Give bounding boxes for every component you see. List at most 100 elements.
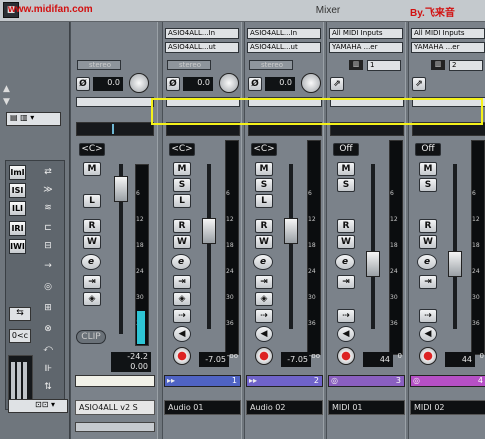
pan-value[interactable]: 0.0 (183, 77, 213, 91)
hide-icon[interactable]: ⤺ (40, 342, 56, 356)
master-listen-button[interactable]: L (83, 194, 101, 208)
master-fader[interactable] (114, 176, 128, 202)
mute-button[interactable]: M (173, 162, 191, 176)
bypass-button[interactable]: ◈ (173, 292, 191, 306)
solo-button[interactable]: S (255, 178, 273, 192)
group-icon[interactable]: ≋ (40, 201, 56, 215)
phase-button[interactable]: Ø (248, 77, 262, 91)
midi-channel-select[interactable]: 2 (449, 60, 483, 71)
write-button[interactable]: W (173, 235, 191, 249)
midi-keyboard-icon[interactable]: ▥ (431, 60, 445, 70)
mute-button[interactable]: M (255, 162, 273, 176)
input-routing[interactable]: ASIO4ALL...In (165, 28, 239, 39)
solo-button[interactable]: S (337, 178, 355, 192)
pan-position[interactable]: <C> (251, 143, 277, 156)
pan-position[interactable]: <C> (169, 143, 195, 156)
master-read-button[interactable]: R (83, 219, 101, 233)
phase-button[interactable]: Ø (166, 77, 180, 91)
edit-button[interactable]: e (335, 254, 355, 270)
send-button[interactable]: ⇢ (255, 309, 273, 323)
view-switch-box[interactable]: ⊡⊡ ▾ (8, 399, 68, 413)
record-button[interactable] (337, 347, 355, 365)
master-mute-button[interactable]: M (83, 162, 101, 176)
master-pan-value[interactable]: 0.0 (93, 77, 123, 91)
output-routing[interactable]: YAMAHA ...er (411, 42, 485, 53)
master-insert-slot[interactable] (76, 97, 154, 107)
pan-position[interactable]: Off (415, 143, 441, 156)
read-button[interactable]: R (173, 219, 191, 233)
write-button[interactable]: W (419, 235, 437, 249)
midi-icon[interactable]: ◎ (40, 280, 56, 294)
route-icon[interactable]: ⇄ (40, 165, 56, 179)
mute-button[interactable]: M (337, 162, 355, 176)
show-listen-button[interactable]: ILI (9, 201, 26, 216)
show-meters-button[interactable]: ImI (9, 165, 26, 180)
record-button[interactable] (255, 347, 273, 365)
master-phase-button[interactable]: Ø (76, 77, 90, 91)
master-pan-position[interactable]: <C> (79, 143, 105, 156)
monitor-button[interactable]: ◀ (173, 326, 191, 342)
record-button[interactable] (173, 347, 191, 365)
input-routing[interactable]: ASIO4ALL...In (247, 28, 321, 39)
channel-name[interactable]: Audio 02 (246, 400, 323, 415)
input-icon[interactable]: → (40, 259, 56, 273)
expand-arrow-icon[interactable]: ▼ (3, 97, 17, 109)
master-bypass-button[interactable]: ◈ (83, 292, 101, 306)
pan-position[interactable]: Off (333, 143, 359, 156)
listen-button[interactable]: L (173, 194, 191, 208)
send-button[interactable]: ⇢ (419, 309, 437, 323)
midi-routing-button[interactable]: ⇗ (330, 77, 344, 91)
show-read-button[interactable]: IRI (9, 221, 26, 236)
collapse-arrow-icon[interactable]: ▲ (3, 84, 17, 96)
output-routing[interactable]: ASIO4ALL...ut (165, 42, 239, 53)
show-solo-button[interactable]: ISI (9, 183, 26, 198)
vst-icon[interactable]: ⊟ (40, 239, 56, 253)
edit-button[interactable]: e (417, 254, 437, 270)
master-scroll[interactable] (75, 422, 155, 432)
monitor-button[interactable]: ◀ (255, 326, 273, 342)
record-button[interactable] (419, 347, 437, 365)
master-insert-button[interactable]: ⇥ (83, 275, 101, 289)
channel-name[interactable]: Audio 01 (164, 400, 241, 415)
insert-button[interactable]: ⇥ (419, 275, 437, 289)
insert-button[interactable]: ⇥ (173, 275, 191, 289)
insert-button[interactable]: ⇥ (337, 275, 355, 289)
pan-knob[interactable] (219, 73, 239, 93)
solo-button[interactable]: S (173, 178, 191, 192)
output-routing[interactable]: ASIO4ALL...ut (247, 42, 321, 53)
read-button[interactable]: R (419, 219, 437, 233)
pan-knob[interactable] (301, 73, 321, 93)
fx-icon[interactable]: ⊏ (40, 221, 56, 235)
midi-keyboard-icon[interactable]: ▥ (349, 60, 363, 70)
input-routing[interactable]: All MIDI Inputs (411, 28, 485, 39)
bars-icon[interactable]: ⊪ (40, 362, 56, 376)
read-button[interactable]: R (255, 219, 273, 233)
input-routing[interactable]: All MIDI Inputs (329, 28, 403, 39)
output-icon[interactable]: ⊗ (40, 322, 56, 336)
mute-button[interactable]: M (419, 162, 437, 176)
insert-button[interactable]: ⇥ (255, 275, 273, 289)
send-button[interactable]: ⇢ (173, 309, 191, 323)
monitor-button[interactable]: ◀ (419, 326, 437, 342)
output-routing[interactable]: YAMAHA ...er (329, 42, 403, 53)
master-write-button[interactable]: W (83, 235, 101, 249)
bypass-button[interactable]: ◈ (255, 292, 273, 306)
show-write-button[interactable]: IWI (9, 239, 26, 254)
pan-value[interactable]: 0.0 (265, 77, 295, 91)
midi-channel-select[interactable]: 1 (367, 60, 401, 71)
channel-fader[interactable] (202, 218, 216, 244)
send-button[interactable]: ⇢ (337, 309, 355, 323)
edit-button[interactable]: e (253, 254, 273, 270)
listen-button[interactable]: L (255, 194, 273, 208)
channel-name[interactable]: MIDI 02 (410, 400, 485, 415)
master-clip-indicator[interactable]: CLIP (76, 330, 106, 344)
clock-button[interactable]: 0<c (9, 329, 31, 343)
solo-button[interactable]: S (419, 178, 437, 192)
master-output-name[interactable]: ASIO4ALL v2 S (75, 400, 155, 415)
master-pan-knob[interactable] (129, 73, 149, 93)
channel-fader[interactable] (284, 218, 298, 244)
channel-fader[interactable] (366, 251, 380, 277)
write-button[interactable]: W (337, 235, 355, 249)
channel-fader[interactable] (448, 251, 462, 277)
rewire-icon[interactable]: ⊞ (40, 301, 56, 315)
